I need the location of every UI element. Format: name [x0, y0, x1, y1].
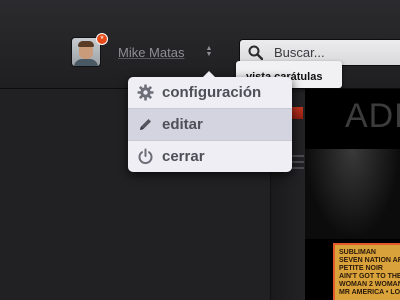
- search-input[interactable]: [274, 44, 400, 61]
- poster-line: MR AMERICA • LOSE IT: [339, 289, 400, 296]
- user-name-link[interactable]: Mike Matas: [118, 45, 184, 60]
- user-avatar[interactable]: [72, 38, 100, 66]
- poster-line: PETITE NOIR: [339, 265, 383, 272]
- banner-text: ADE: [345, 97, 400, 135]
- concert-image: [305, 149, 400, 239]
- pencil-icon: [140, 119, 151, 130]
- notification-badge[interactable]: *: [96, 33, 108, 45]
- album-poster[interactable]: SUBLIMAN SEVEN NATION ARMY PETITE NOIR A…: [333, 243, 400, 300]
- menu-item-settings[interactable]: configuración: [128, 77, 292, 108]
- poster-line: WOMAN 2 WOMAN: [339, 281, 400, 288]
- album-grid: ADE SUBLIMAN SEVEN NATION ARMY PETITE NO…: [305, 89, 400, 300]
- menu-item-label: cerrar: [162, 148, 205, 165]
- menu-item-edit[interactable]: editar: [128, 109, 292, 140]
- list-view-icon[interactable]: [290, 155, 304, 173]
- poster-line: SEVEN NATION ARMY: [339, 257, 400, 264]
- user-dropdown-menu: configuración editar cerrar: [128, 71, 292, 172]
- poster-line: SUBLIMAN: [339, 249, 376, 256]
- menu-item-label: editar: [162, 116, 203, 133]
- menu-item-label: configuración: [162, 84, 262, 101]
- power-icon: [138, 148, 153, 164]
- search-icon: [248, 45, 263, 60]
- gear-icon: [137, 84, 154, 101]
- poster-line: AIN'T GOT TO THE BACK: [339, 273, 400, 280]
- menu-item-logout[interactable]: cerrar: [128, 141, 292, 172]
- chevron-updown-icon[interactable]: ▲ ▼: [205, 45, 213, 60]
